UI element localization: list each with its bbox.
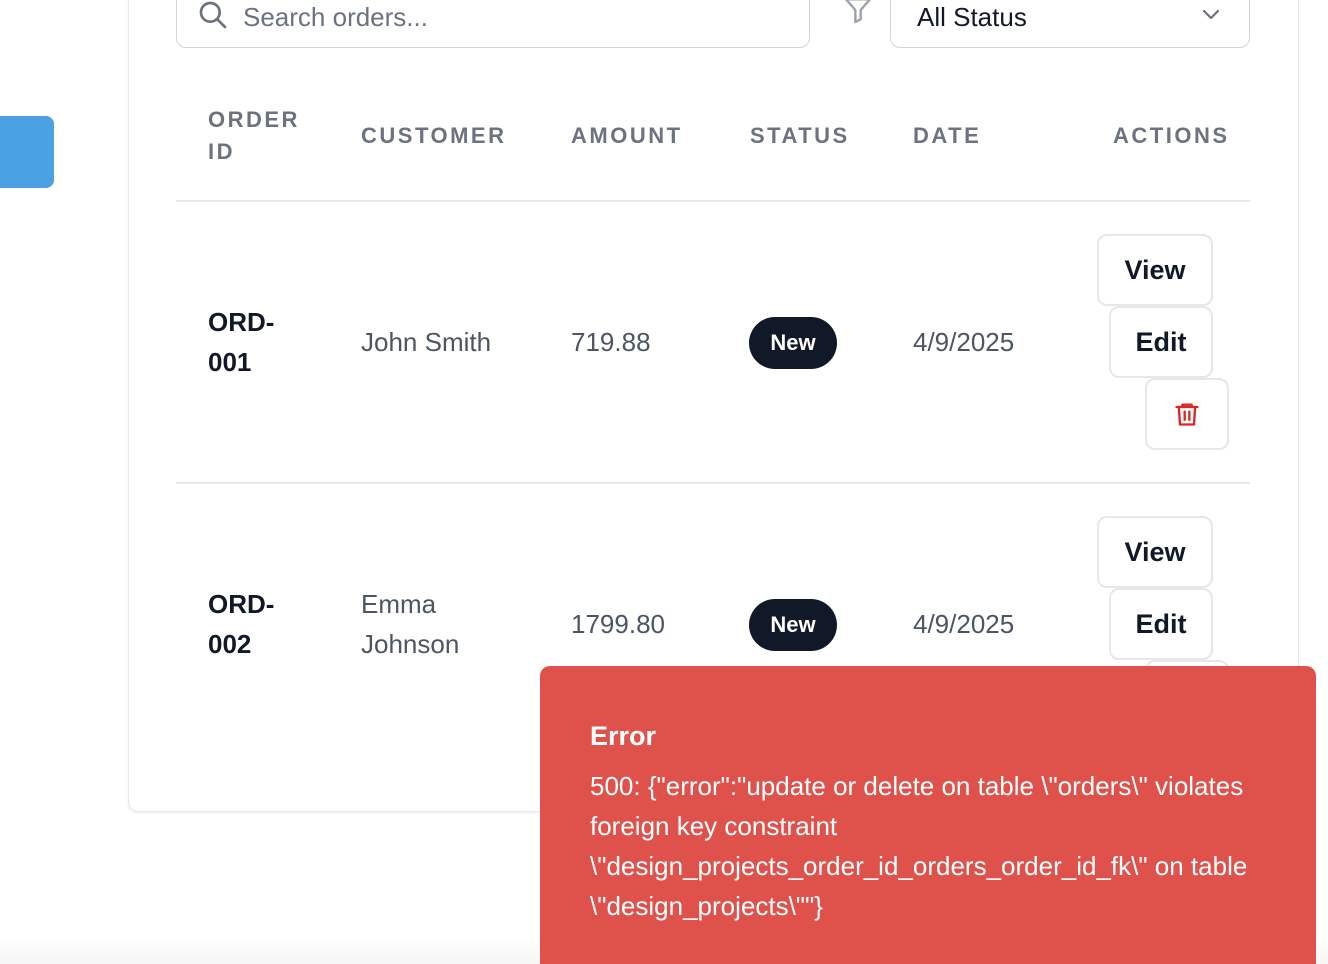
order-id-line1: ORD- [208, 589, 275, 619]
order-date: 4/9/2025 [913, 609, 1015, 639]
view-button[interactable]: View [1097, 234, 1213, 306]
trash-icon [1175, 403, 1199, 426]
order-id-line2: 002 [208, 629, 252, 659]
status-filter-select[interactable]: All Status [890, 0, 1250, 48]
customer-name: Emma Johnson [361, 589, 460, 659]
order-id-line1: ORD- [208, 307, 275, 337]
column-header-date: DATE [913, 123, 982, 148]
order-amount: 719.88 [571, 327, 651, 357]
edit-button[interactable]: Edit [1109, 588, 1213, 660]
chevron-down-icon [1202, 9, 1220, 20]
column-header-customer: CUSTOMER [361, 123, 507, 148]
filter-icon [845, 0, 871, 24]
header-divider [176, 200, 1250, 202]
edit-button[interactable]: Edit [1109, 306, 1213, 378]
order-id-line2: 001 [208, 347, 252, 377]
column-header-actions: ACTIONS [1113, 123, 1230, 148]
search-input[interactable] [243, 1, 763, 33]
column-header-amount: AMOUNT [571, 123, 683, 148]
search-icon [199, 1, 227, 29]
column-header-status: STATUS [750, 123, 850, 148]
toast-title: Error [590, 721, 657, 751]
status-badge: New [749, 317, 837, 369]
toast-message: 500: {"error":"update or delete on table… [590, 771, 1255, 921]
status-badge: New [749, 599, 837, 651]
customer-name: John Smith [361, 327, 492, 357]
delete-button[interactable] [1145, 378, 1229, 450]
error-toast[interactable]: Error 500: {"error":"update or delete on… [540, 666, 1316, 964]
search-field[interactable] [176, 0, 810, 48]
column-header-order-id: ORDER ID [208, 107, 300, 164]
view-button[interactable]: View [1097, 516, 1213, 588]
order-date: 4/9/2025 [913, 327, 1015, 357]
sidebar-active-indicator[interactable] [0, 116, 54, 188]
row-divider [176, 482, 1250, 484]
status-filter-value: All Status [917, 1, 1027, 32]
order-amount: 1799.80 [571, 609, 665, 639]
